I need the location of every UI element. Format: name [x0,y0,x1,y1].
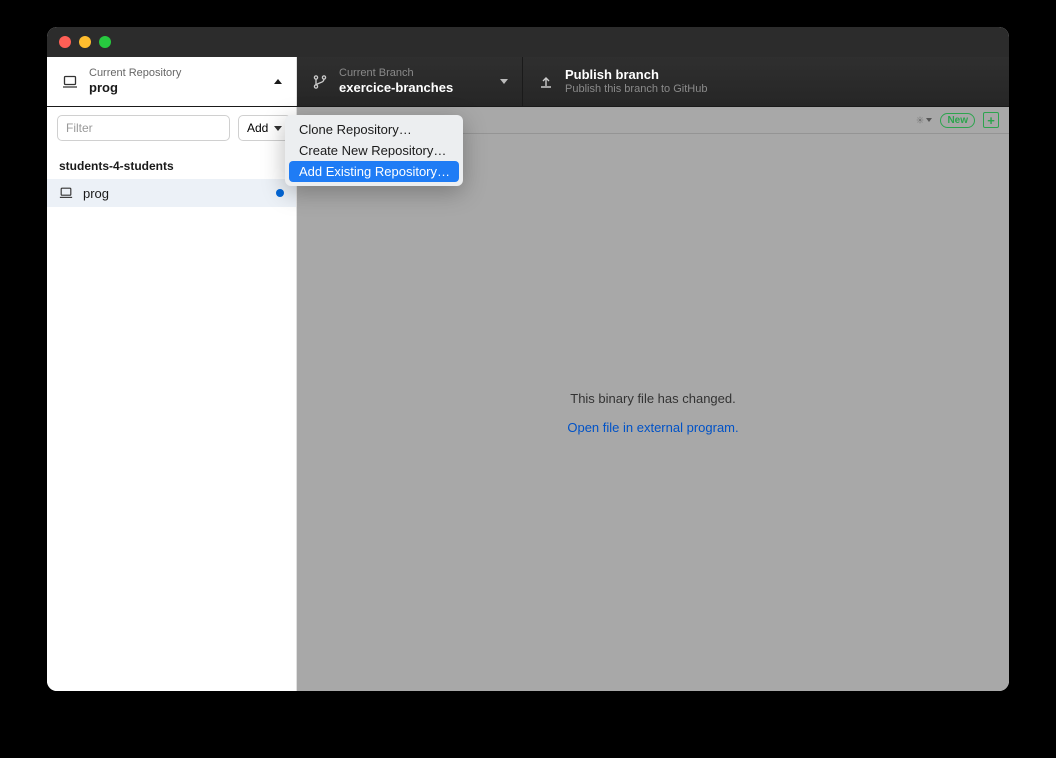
laptop-icon [59,186,73,200]
add-dropdown-menu: Clone Repository… Create New Repository…… [285,115,463,186]
repo-label: Current Repository [89,67,181,80]
titlebar[interactable] [47,27,1009,57]
current-repository-dropdown[interactable]: Current Repository prog [47,57,297,106]
main-content-area: New + This binary file has changed. Open… [297,107,1009,691]
sidebar-controls: Add [47,107,296,149]
branch-value: exercice-branches [339,80,453,96]
body-area: Add students-4-students prog [47,107,1009,691]
publish-title: Publish branch [565,67,707,83]
repo-group-label: students-4-students [47,149,296,179]
repo-value: prog [89,80,181,96]
repository-list-sidebar: Add students-4-students prog [47,107,297,691]
current-branch-dropdown[interactable]: Current Branch exercice-branches [297,57,523,106]
maximize-window-button[interactable] [99,36,111,48]
app-window: Current Repository prog Current Branch e… [47,27,1009,691]
menu-item-clone[interactable]: Clone Repository… [289,119,459,140]
publish-subtitle: Publish this branch to GitHub [565,83,707,96]
filter-input[interactable] [57,115,230,141]
laptop-icon [61,73,79,91]
diff-content: This binary file has changed. Open file … [297,134,1009,691]
close-window-button[interactable] [59,36,71,48]
expand-diff-button[interactable]: + [983,112,999,128]
chevron-down-icon [926,118,932,122]
repo-list-item[interactable]: prog [47,179,296,207]
menu-item-create-new[interactable]: Create New Repository… [289,140,459,161]
new-badge: New [940,113,975,128]
publish-branch-button[interactable]: Publish branch Publish this branch to Gi… [523,57,1009,106]
upload-icon [537,73,555,91]
menu-item-add-existing[interactable]: Add Existing Repository… [289,161,459,182]
chevron-down-icon [500,79,508,84]
add-button-label: Add [247,121,268,135]
toolbar: Current Repository prog Current Branch e… [47,57,1009,107]
diff-settings-button[interactable] [916,112,932,128]
chevron-up-icon [274,79,282,84]
current-repo-indicator-icon [276,189,284,197]
add-repository-button[interactable]: Add [238,115,291,141]
minimize-window-button[interactable] [79,36,91,48]
binary-file-message: This binary file has changed. [570,391,735,406]
open-external-link[interactable]: Open file in external program. [567,420,738,435]
repo-item-name: prog [83,186,109,201]
chevron-down-icon [274,126,282,131]
git-branch-icon [311,73,329,91]
branch-label: Current Branch [339,67,453,80]
